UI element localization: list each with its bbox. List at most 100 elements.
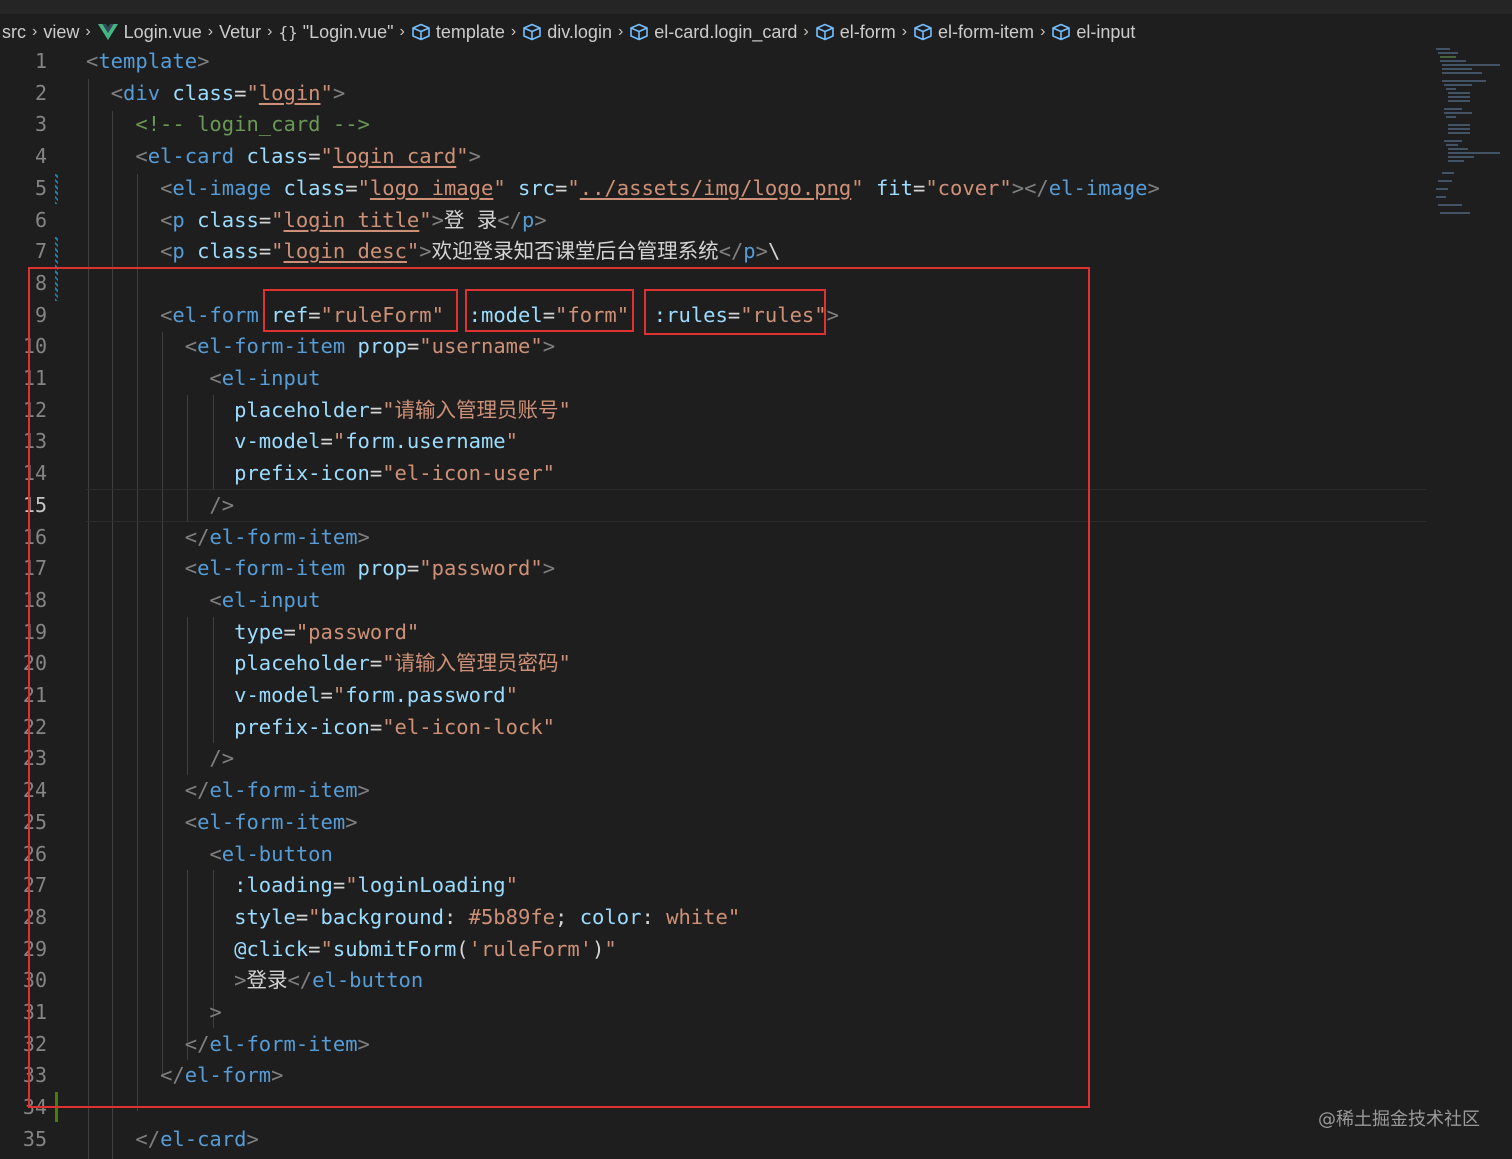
code-token-punct: /> <box>209 746 235 771</box>
vue-icon <box>97 23 119 41</box>
code-token-punct: < <box>160 239 173 264</box>
chevron-right-icon: › <box>803 23 809 40</box>
code-line[interactable]: 24 </el-form-item> <box>0 775 1428 807</box>
breadcrumb-label: el-form <box>839 21 896 42</box>
code-line[interactable]: 21 v-model="form.password" <box>0 680 1428 712</box>
line-number: 20 <box>22 651 47 676</box>
code-line[interactable]: 13 v-model="form.username" <box>0 426 1428 458</box>
line-number: 17 <box>22 556 47 581</box>
code-line[interactable]: 25 <el-form-item> <box>0 807 1428 839</box>
code-line[interactable]: 34 <box>0 1092 1428 1124</box>
chevron-right-icon: › <box>267 23 273 40</box>
code-token-attr: color <box>579 904 642 929</box>
breadcrumb-label: el-card.login_card <box>654 21 798 42</box>
code-line[interactable]: 6 <p class="login_title">登 录</p> <box>0 205 1428 237</box>
code-line[interactable]: 11 <el-input <box>0 363 1428 395</box>
code-line[interactable]: 3 <!-- login_card --> <box>0 109 1428 141</box>
breadcrumb-item[interactable]: el-form <box>815 22 896 43</box>
code-line[interactable]: 8 <box>0 268 1428 300</box>
code-token-attr: @click <box>234 936 309 961</box>
code-token-punct: < <box>110 80 124 105</box>
code-token-str: #5b89fe <box>468 904 556 929</box>
code-token-attr: form.username <box>345 429 506 454</box>
code-line[interactable]: 31 > <box>0 997 1428 1029</box>
code-token-eq: = <box>369 397 383 422</box>
code-line[interactable]: 17 <el-form-item prop="password"> <box>0 553 1428 585</box>
code-line[interactable]: 15 /> <box>0 490 1428 522</box>
code-line[interactable]: 27 :loading="loginLoading" <box>0 870 1428 902</box>
code-line[interactable]: 18 <el-input <box>0 585 1428 617</box>
code-line[interactable]: 7 <p class="login_desc">欢迎登录知否课堂后台管理系统</… <box>0 236 1428 268</box>
cube-icon <box>411 23 431 41</box>
code-token-punct: > <box>209 1000 222 1024</box>
code-token-eq: = <box>542 302 556 327</box>
code-token-attr: :model <box>468 302 543 327</box>
chevron-right-icon: › <box>32 23 38 40</box>
breadcrumb-item[interactable]: view <box>43 22 79 43</box>
breadcrumb-item[interactable]: el-input <box>1051 22 1135 43</box>
code-line[interactable]: 14 prefix-icon="el-icon-user" <box>0 458 1428 490</box>
line-number: 6 <box>34 207 47 232</box>
code-line[interactable]: 12 placeholder="请输入管理员账号" <box>0 395 1428 427</box>
code-line[interactable]: 19 type="password" <box>0 617 1428 649</box>
code-token-attr: placeholder <box>234 397 370 422</box>
code-line[interactable]: 29 @click="submitForm('ruleForm')" <box>0 934 1428 966</box>
code-line[interactable]: 26 <el-button <box>0 839 1428 871</box>
code-token-str: "cover" <box>925 175 1012 200</box>
code-token-str: " <box>320 144 333 169</box>
code-token-link: ../assets/img/logo.png <box>579 175 852 200</box>
code-token-punct: </ <box>184 1031 210 1056</box>
code-line[interactable]: 28 style="background: #5b89fe; color: wh… <box>0 902 1428 934</box>
breadcrumb-item[interactable]: {} "Login.vue" <box>278 22 393 43</box>
code-token-punct: > <box>357 1031 370 1056</box>
code-content: <el-form-item prop="username"> <box>86 331 555 363</box>
code-token-str: " <box>271 239 284 264</box>
code-token-punct: < <box>160 175 173 200</box>
code-line[interactable]: 10 <el-form-item prop="username"> <box>0 331 1428 363</box>
code-line[interactable]: 30 >登录</el-button <box>0 965 1428 997</box>
code-token-eq: = <box>406 556 420 581</box>
line-number: 29 <box>22 936 47 961</box>
breadcrumb-item[interactable]: Login.vue <box>97 22 202 43</box>
breadcrumb-item[interactable]: src <box>2 22 26 43</box>
code-line[interactable]: 16 </el-form-item> <box>0 522 1428 554</box>
code-editor[interactable]: 1 <template> 2 <div class="login"> 3 <!-- l… <box>0 46 1428 1159</box>
code-line[interactable]: 23 /> <box>0 743 1428 775</box>
code-token-punct: </ <box>497 207 522 232</box>
breadcrumb-item[interactable]: template <box>411 22 505 43</box>
breadcrumb-item[interactable]: Vetur <box>219 22 261 43</box>
line-number: 19 <box>22 619 47 644</box>
code-line[interactable]: 20 placeholder="请输入管理员密码" <box>0 648 1428 680</box>
code-line[interactable]: 1 <template> <box>0 46 1428 78</box>
code-token-tag: el-input <box>221 366 321 390</box>
code-line[interactable]: 4 <el-card class="login_card"> <box>0 141 1428 173</box>
code-line[interactable]: 33 </el-form> <box>0 1060 1428 1092</box>
breadcrumb-item[interactable]: el-form-item <box>913 22 1034 43</box>
minimap[interactable] <box>1428 46 1512 226</box>
line-number: 16 <box>22 524 47 549</box>
code-line[interactable]: 35 </el-card> <box>0 1124 1428 1156</box>
code-token-eq: = <box>295 904 309 929</box>
code-token-attr: prefix-icon <box>234 714 370 739</box>
code-line[interactable]: 9 <el-form ref="ruleForm" :model="form" … <box>0 300 1428 332</box>
code-token-tag: el-image <box>1048 175 1148 200</box>
code-token-tag: el-form <box>184 1063 272 1088</box>
code-token-eq: = <box>308 936 321 961</box>
code-token-punct: > <box>357 524 370 549</box>
breadcrumb-item[interactable]: el-card.login_card <box>629 22 797 43</box>
code-token-attr: ref <box>271 302 309 327</box>
code-token-text: ( <box>456 936 469 961</box>
code-line[interactable]: 5 <el-image class="logo_image" src="../a… <box>0 173 1428 205</box>
code-line[interactable]: 22 prefix-icon="el-icon-lock" <box>0 712 1428 744</box>
code-token-str: " <box>567 175 580 200</box>
breadcrumb-item[interactable]: div.login <box>522 22 612 43</box>
code-line[interactable]: 32 </el-form-item> <box>0 1029 1428 1061</box>
code-line[interactable]: 2 <div class="login"> <box>0 78 1428 110</box>
